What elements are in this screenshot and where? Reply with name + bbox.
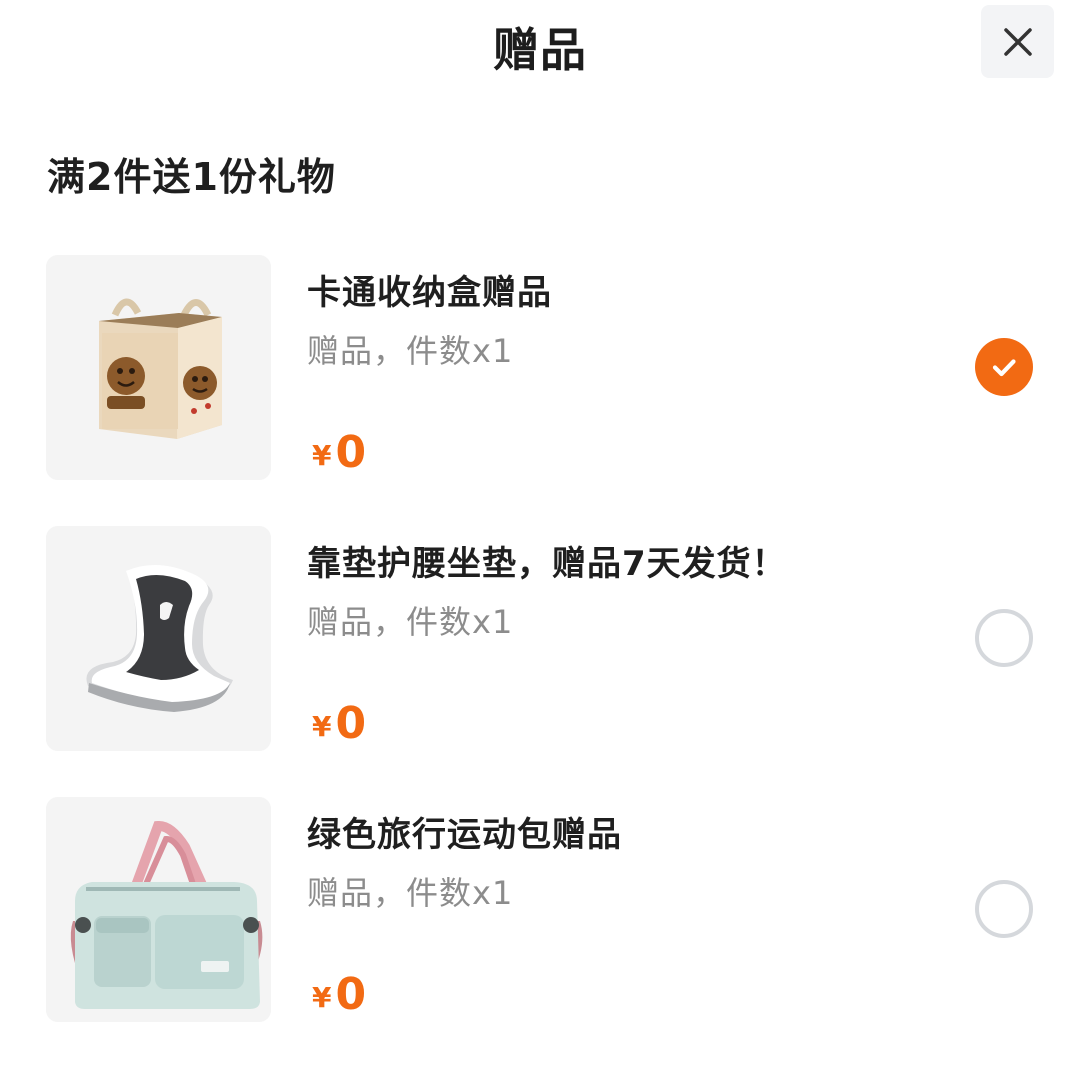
- gift-item[interactable]: 卡通收纳盒赠品 赠品，件数x1 ¥0: [0, 255, 1080, 526]
- gift-name: 靠垫护腰坐垫，赠品7天发货！: [307, 544, 787, 584]
- gift-list: 卡通收纳盒赠品 赠品，件数x1 ¥0 靠垫护腰坐垫，赠品7天发货！ 赠品，件数x…: [0, 255, 1080, 1068]
- gift-select-radio[interactable]: [975, 880, 1033, 938]
- close-button[interactable]: [981, 5, 1054, 78]
- gift-select-radio[interactable]: [975, 609, 1033, 667]
- gift-price: ¥0: [312, 698, 366, 754]
- check-icon: [992, 359, 1016, 377]
- gift-name: 卡通收纳盒赠品: [307, 273, 552, 313]
- gift-quantity: 赠品，件数x1: [307, 874, 514, 912]
- gift-quantity: 赠品，件数x1: [307, 332, 514, 370]
- gift-item[interactable]: 靠垫护腰坐垫，赠品7天发货！ 赠品，件数x1 ¥0: [0, 526, 1080, 797]
- close-icon: [1003, 27, 1032, 56]
- gift-select-radio-checked[interactable]: [975, 338, 1033, 396]
- gift-price: ¥0: [312, 969, 366, 1025]
- price-value: 0: [335, 698, 367, 749]
- currency-symbol: ¥: [312, 981, 332, 1014]
- travel-bag-image: [46, 797, 271, 1022]
- gift-name: 绿色旅行运动包赠品: [307, 815, 622, 855]
- promo-rule-title: 满2件送1份礼物: [47, 155, 336, 199]
- currency-symbol: ¥: [312, 439, 332, 472]
- gift-quantity: 赠品，件数x1: [307, 603, 514, 641]
- seat-cushion-image: [46, 526, 271, 751]
- gift-price: ¥0: [312, 427, 366, 483]
- currency-symbol: ¥: [312, 710, 332, 743]
- price-value: 0: [335, 427, 367, 478]
- header: 赠品: [0, 0, 1080, 100]
- price-value: 0: [335, 969, 367, 1020]
- gift-item[interactable]: 绿色旅行运动包赠品 赠品，件数x1 ¥0: [0, 797, 1080, 1068]
- storage-box-image: [46, 255, 271, 480]
- page-title: 赠品: [493, 23, 587, 77]
